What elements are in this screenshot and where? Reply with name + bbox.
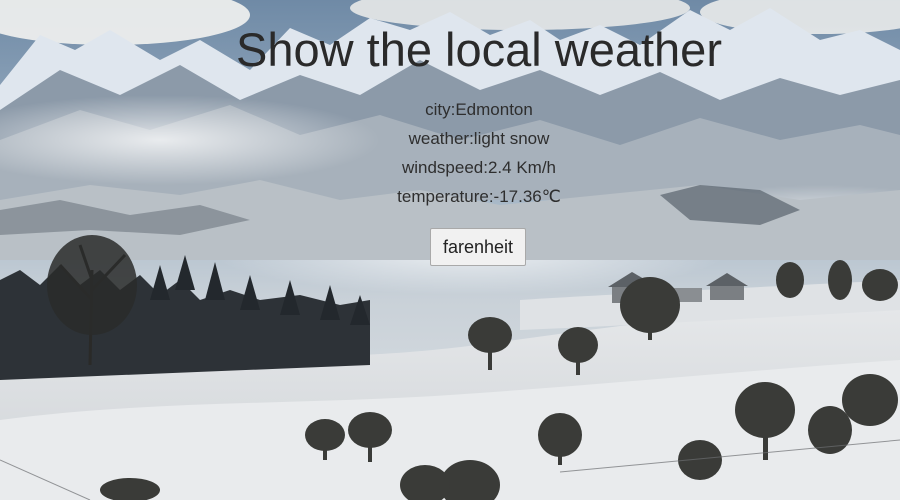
fahrenheit-toggle-button[interactable]: farenheit xyxy=(430,228,526,266)
weather-condition-text: weather:light snow xyxy=(408,129,550,148)
page-title: Show the local weather xyxy=(236,23,722,76)
weather-panel: Show the local weather city:Edmonton wea… xyxy=(0,0,900,500)
city-text: city:Edmonton xyxy=(425,100,533,119)
temperature-text: temperature:-17.36℃ xyxy=(397,187,561,206)
windspeed-text: windspeed:2.4 Km/h xyxy=(401,158,557,177)
